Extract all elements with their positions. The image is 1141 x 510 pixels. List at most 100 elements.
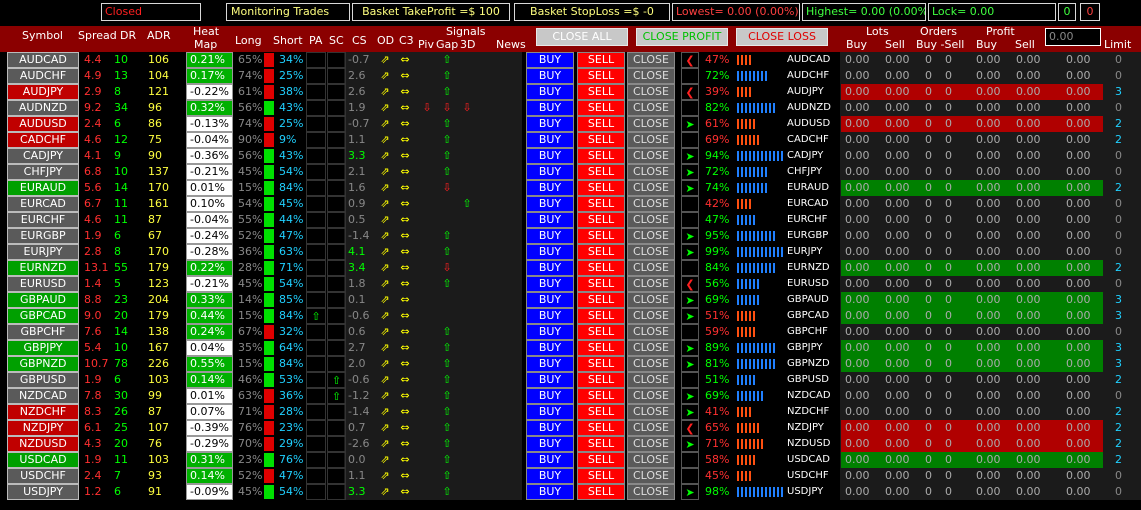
buy-button[interactable]: BUY (526, 340, 574, 356)
sell-button[interactable]: SELL (577, 164, 625, 180)
close-button[interactable]: CLOSE (627, 356, 675, 372)
sell-button[interactable]: SELL (577, 244, 625, 260)
close-button[interactable]: CLOSE (627, 132, 675, 148)
symbol-button[interactable]: AUDCAD (7, 52, 79, 68)
close-button[interactable]: CLOSE (627, 100, 675, 116)
sell-button[interactable]: SELL (577, 100, 625, 116)
symbol-button[interactable]: AUDUSD (7, 116, 79, 132)
sell-button[interactable]: SELL (577, 68, 625, 84)
sell-button[interactable]: SELL (577, 196, 625, 212)
close-all-button[interactable]: CLOSE ALL (536, 28, 628, 46)
symbol-button[interactable]: EURGBP (7, 228, 79, 244)
sell-button[interactable]: SELL (577, 452, 625, 468)
sell-button[interactable]: SELL (577, 468, 625, 484)
sell-button[interactable]: SELL (577, 52, 625, 68)
symbol-button[interactable]: NZDCAD (7, 388, 79, 404)
buy-button[interactable]: BUY (526, 276, 574, 292)
symbol-button[interactable]: EURCAD (7, 196, 79, 212)
buy-button[interactable]: BUY (526, 196, 574, 212)
buy-button[interactable]: BUY (526, 372, 574, 388)
sell-button[interactable]: SELL (577, 436, 625, 452)
close-button[interactable]: CLOSE (627, 308, 675, 324)
symbol-button[interactable]: AUDCHF (7, 68, 79, 84)
close-button[interactable]: CLOSE (627, 372, 675, 388)
buy-button[interactable]: BUY (526, 212, 574, 228)
buy-button[interactable]: BUY (526, 68, 574, 84)
buy-button[interactable]: BUY (526, 452, 574, 468)
symbol-button[interactable]: CADCHF (7, 132, 79, 148)
close-button[interactable]: CLOSE (627, 228, 675, 244)
sell-button[interactable]: SELL (577, 356, 625, 372)
close-button[interactable]: CLOSE (627, 340, 675, 356)
close-profit-button[interactable]: CLOSE PROFIT (636, 28, 728, 46)
close-button[interactable]: CLOSE (627, 484, 675, 500)
close-button[interactable]: CLOSE (627, 244, 675, 260)
symbol-button[interactable]: GBPAUD (7, 292, 79, 308)
sell-button[interactable]: SELL (577, 260, 625, 276)
close-button[interactable]: CLOSE (627, 116, 675, 132)
sell-button[interactable]: SELL (577, 292, 625, 308)
close-button[interactable]: CLOSE (627, 164, 675, 180)
sell-button[interactable]: SELL (577, 212, 625, 228)
buy-button[interactable]: BUY (526, 436, 574, 452)
symbol-button[interactable]: GBPCAD (7, 308, 79, 324)
close-button[interactable]: CLOSE (627, 292, 675, 308)
symbol-button[interactable]: NZDCHF (7, 404, 79, 420)
buy-button[interactable]: BUY (526, 148, 574, 164)
buy-button[interactable]: BUY (526, 132, 574, 148)
close-button[interactable]: CLOSE (627, 84, 675, 100)
close-button[interactable]: CLOSE (627, 452, 675, 468)
buy-button[interactable]: BUY (526, 308, 574, 324)
buy-button[interactable]: BUY (526, 388, 574, 404)
close-button[interactable]: CLOSE (627, 212, 675, 228)
sell-button[interactable]: SELL (577, 148, 625, 164)
close-button[interactable]: CLOSE (627, 436, 675, 452)
buy-button[interactable]: BUY (526, 244, 574, 260)
symbol-button[interactable]: AUDJPY (7, 84, 79, 100)
symbol-button[interactable]: EURJPY (7, 244, 79, 260)
buy-button[interactable]: BUY (526, 324, 574, 340)
buy-button[interactable]: BUY (526, 484, 574, 500)
sell-button[interactable]: SELL (577, 420, 625, 436)
symbol-button[interactable]: AUDNZD (7, 100, 79, 116)
buy-button[interactable]: BUY (526, 356, 574, 372)
sell-button[interactable]: SELL (577, 340, 625, 356)
symbol-button[interactable]: GBPNZD (7, 356, 79, 372)
buy-button[interactable]: BUY (526, 292, 574, 308)
symbol-button[interactable]: EURUSD (7, 276, 79, 292)
symbol-button[interactable]: NZDJPY (7, 420, 79, 436)
sell-button[interactable]: SELL (577, 388, 625, 404)
close-button[interactable]: CLOSE (627, 260, 675, 276)
buy-button[interactable]: BUY (526, 84, 574, 100)
symbol-button[interactable]: USDJPY (7, 484, 79, 500)
symbol-button[interactable]: USDCHF (7, 468, 79, 484)
symbol-button[interactable]: NZDUSD (7, 436, 79, 452)
close-button[interactable]: CLOSE (627, 180, 675, 196)
sell-button[interactable]: SELL (577, 180, 625, 196)
buy-button[interactable]: BUY (526, 164, 574, 180)
buy-button[interactable]: BUY (526, 420, 574, 436)
sell-button[interactable]: SELL (577, 84, 625, 100)
sell-button[interactable]: SELL (577, 276, 625, 292)
close-button[interactable]: CLOSE (627, 276, 675, 292)
close-button[interactable]: CLOSE (627, 388, 675, 404)
lot-size-input[interactable]: 0.00 (1045, 28, 1101, 46)
buy-button[interactable]: BUY (526, 180, 574, 196)
symbol-button[interactable]: EURNZD (7, 260, 79, 276)
buy-button[interactable]: BUY (526, 116, 574, 132)
buy-button[interactable]: BUY (526, 52, 574, 68)
symbol-button[interactable]: GBPUSD (7, 372, 79, 388)
buy-button[interactable]: BUY (526, 100, 574, 116)
sell-button[interactable]: SELL (577, 228, 625, 244)
symbol-button[interactable]: EURAUD (7, 180, 79, 196)
symbol-button[interactable]: GBPJPY (7, 340, 79, 356)
close-button[interactable]: CLOSE (627, 68, 675, 84)
sell-button[interactable]: SELL (577, 372, 625, 388)
close-loss-button[interactable]: CLOSE LOSS (736, 28, 828, 46)
close-button[interactable]: CLOSE (627, 196, 675, 212)
buy-button[interactable]: BUY (526, 228, 574, 244)
symbol-button[interactable]: GBPCHF (7, 324, 79, 340)
buy-button[interactable]: BUY (526, 404, 574, 420)
sell-button[interactable]: SELL (577, 116, 625, 132)
close-button[interactable]: CLOSE (627, 468, 675, 484)
